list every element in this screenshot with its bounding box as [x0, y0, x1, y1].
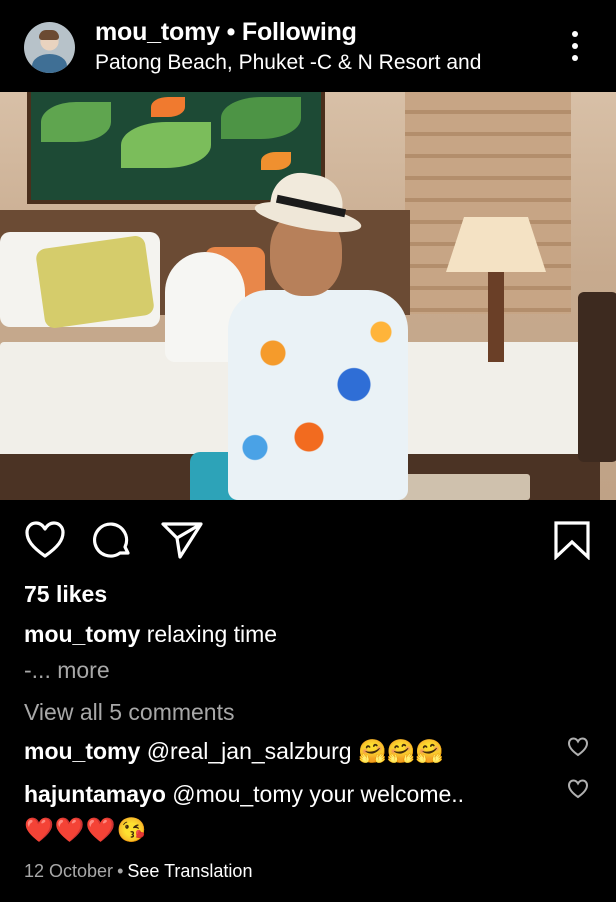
comment-icon[interactable] [92, 520, 134, 560]
meta-separator: • [117, 861, 124, 881]
person-shirt [228, 290, 408, 500]
caption-username[interactable]: mou_tomy [24, 621, 140, 647]
painting-leaf [121, 122, 211, 168]
more-options-button[interactable] [562, 31, 588, 65]
bookmark-icon[interactable] [553, 520, 591, 560]
comment-item: mou_tomy @real_jan_salzburg 🤗🤗🤗 [24, 738, 444, 765]
avatar[interactable] [24, 22, 75, 73]
heart-icon[interactable] [24, 520, 66, 560]
view-all-comments-link[interactable]: View all 5 comments [24, 699, 235, 726]
see-translation-link[interactable]: See Translation [127, 861, 252, 881]
post-photo[interactable] [0, 92, 616, 500]
painting-leaf [221, 97, 301, 139]
chair [578, 292, 616, 462]
comment-text: @real_jan_salzburg 🤗🤗🤗 [146, 738, 444, 764]
comment-username[interactable]: hajuntamayo [24, 781, 166, 807]
painting-flower [151, 97, 185, 117]
location-link[interactable]: Patong Beach, Phuket -C & N Resort and [95, 51, 481, 75]
post-header: mou_tomy • Following Patong Beach, Phuke… [0, 0, 616, 92]
painting-leaf [41, 102, 111, 142]
caption: mou_tomy relaxing time [24, 621, 277, 648]
post-date: 12 October [24, 861, 114, 881]
comment-username[interactable]: mou_tomy [24, 738, 140, 764]
separator-dot: • [226, 18, 236, 46]
caption-more-link[interactable]: -... more [24, 657, 110, 684]
comment-like-icon[interactable] [567, 737, 589, 757]
painting-flower [261, 152, 291, 170]
comment-text-continued: ❤️❤️❤️😘 [24, 817, 148, 844]
avatar-hair [39, 30, 59, 40]
pillow [34, 234, 156, 330]
action-bar [0, 500, 616, 570]
caption-text: relaxing time [146, 621, 278, 647]
following-button[interactable]: Following [242, 18, 357, 46]
stool [395, 474, 530, 500]
comment-item: hajuntamayo @mou_tomy your welcome.. [24, 781, 464, 808]
like-count[interactable]: 75 likes [24, 581, 107, 608]
comment-like-icon[interactable] [567, 779, 589, 799]
post-user-line: mou_tomy • Following [95, 18, 357, 47]
username-link[interactable]: mou_tomy [95, 18, 220, 46]
more-vertical-icon [562, 31, 588, 61]
avatar-shirt [32, 54, 67, 73]
post-meta: 12 October • See Translation [24, 861, 252, 882]
send-icon[interactable] [160, 520, 204, 560]
lamp-base [488, 272, 504, 362]
comment-text: @mou_tomy your welcome.. [172, 781, 465, 807]
